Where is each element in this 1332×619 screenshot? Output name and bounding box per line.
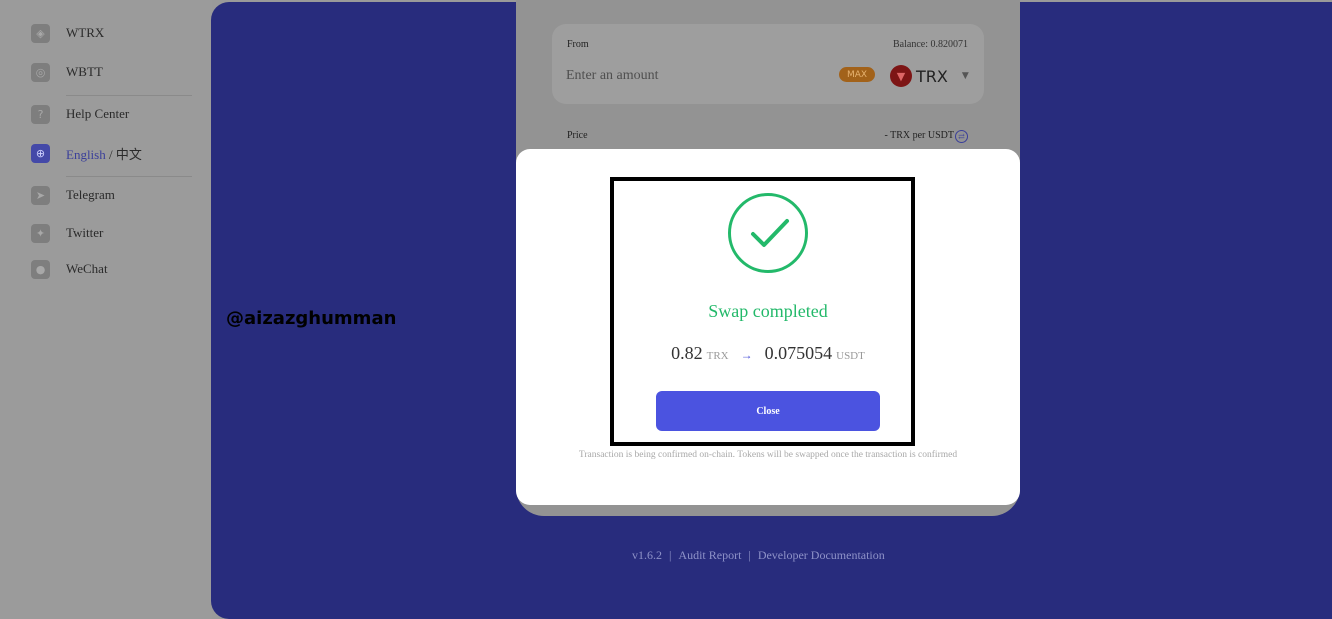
- token-name: TRX: [916, 66, 948, 86]
- amount-input[interactable]: [566, 65, 766, 87]
- success-check-icon: [728, 193, 808, 273]
- developer-docs-link[interactable]: Developer Documentation: [758, 548, 885, 562]
- sidebar-item-wtrx[interactable]: ◈ WTRX: [31, 23, 104, 43]
- watermark-text: @aizazghumman: [226, 308, 397, 329]
- swap-summary: 0.82 TRX → 0.075054 USDT: [616, 343, 920, 364]
- sidebar: ◈ WTRX ◎ WBTT ? Help Center ⊕ English / …: [0, 0, 212, 619]
- audit-report-link[interactable]: Audit Report: [678, 548, 741, 562]
- sidebar-item-label: WeChat: [66, 261, 108, 276]
- sidebar-item-label: WBTT: [66, 64, 103, 79]
- version-text: v1.6.2: [632, 548, 662, 562]
- wbtt-token-icon: ◎: [31, 62, 50, 82]
- invert-price-icon[interactable]: ⇄: [955, 130, 968, 143]
- sidebar-divider: [66, 176, 192, 177]
- from-label: From: [567, 39, 589, 50]
- sidebar-item-help-center[interactable]: ? Help Center: [31, 104, 129, 124]
- sidebar-item-label: Telegram: [66, 187, 115, 202]
- help-icon: ?: [31, 104, 50, 124]
- max-button[interactable]: MAX: [839, 67, 875, 82]
- price-value: - TRX per USDT: [884, 130, 954, 141]
- sidebar-item-language[interactable]: ⊕ English / 中文: [31, 143, 142, 163]
- modal-title: Swap completed: [708, 301, 828, 321]
- language-label: English / 中文: [66, 146, 142, 162]
- sidebar-item-wbtt[interactable]: ◎ WBTT: [31, 62, 103, 82]
- globe-icon: ⊕: [31, 143, 50, 163]
- from-symbol: TRX: [706, 350, 729, 362]
- twitter-icon: ✦: [31, 223, 50, 243]
- wtrx-token-icon: ◈: [31, 23, 50, 43]
- wechat-icon: ●: [31, 259, 50, 279]
- sidebar-item-wechat[interactable]: ● WeChat: [31, 259, 108, 279]
- balance-text: Balance: 0.820071: [893, 39, 968, 50]
- price-label: Price: [567, 130, 588, 141]
- telegram-icon: ➤: [31, 185, 50, 205]
- sidebar-item-twitter[interactable]: ✦ Twitter: [31, 223, 103, 243]
- arrow-right-icon: →: [740, 348, 753, 362]
- chevron-down-icon: ▼: [961, 71, 969, 81]
- sidebar-item-telegram[interactable]: ➤ Telegram: [31, 185, 115, 205]
- sidebar-divider: [66, 95, 192, 96]
- to-symbol: USDT: [836, 350, 865, 362]
- sidebar-item-label: Help Center: [66, 106, 130, 121]
- trx-token-icon: ▼: [890, 65, 912, 87]
- footer-links: v1.6.2 | Audit Report | Developer Documentat…: [632, 548, 885, 562]
- sidebar-item-label: Twitter: [66, 225, 104, 240]
- close-button[interactable]: Close: [656, 391, 880, 431]
- confirmation-note: Transaction is being confirmed on-chain.…: [578, 450, 958, 460]
- to-amount: 0.075054: [764, 343, 833, 363]
- sidebar-item-label: WTRX: [66, 25, 105, 40]
- from-amount: 0.82: [671, 343, 703, 363]
- token-selector[interactable]: ▼ TRX ▼: [890, 64, 972, 88]
